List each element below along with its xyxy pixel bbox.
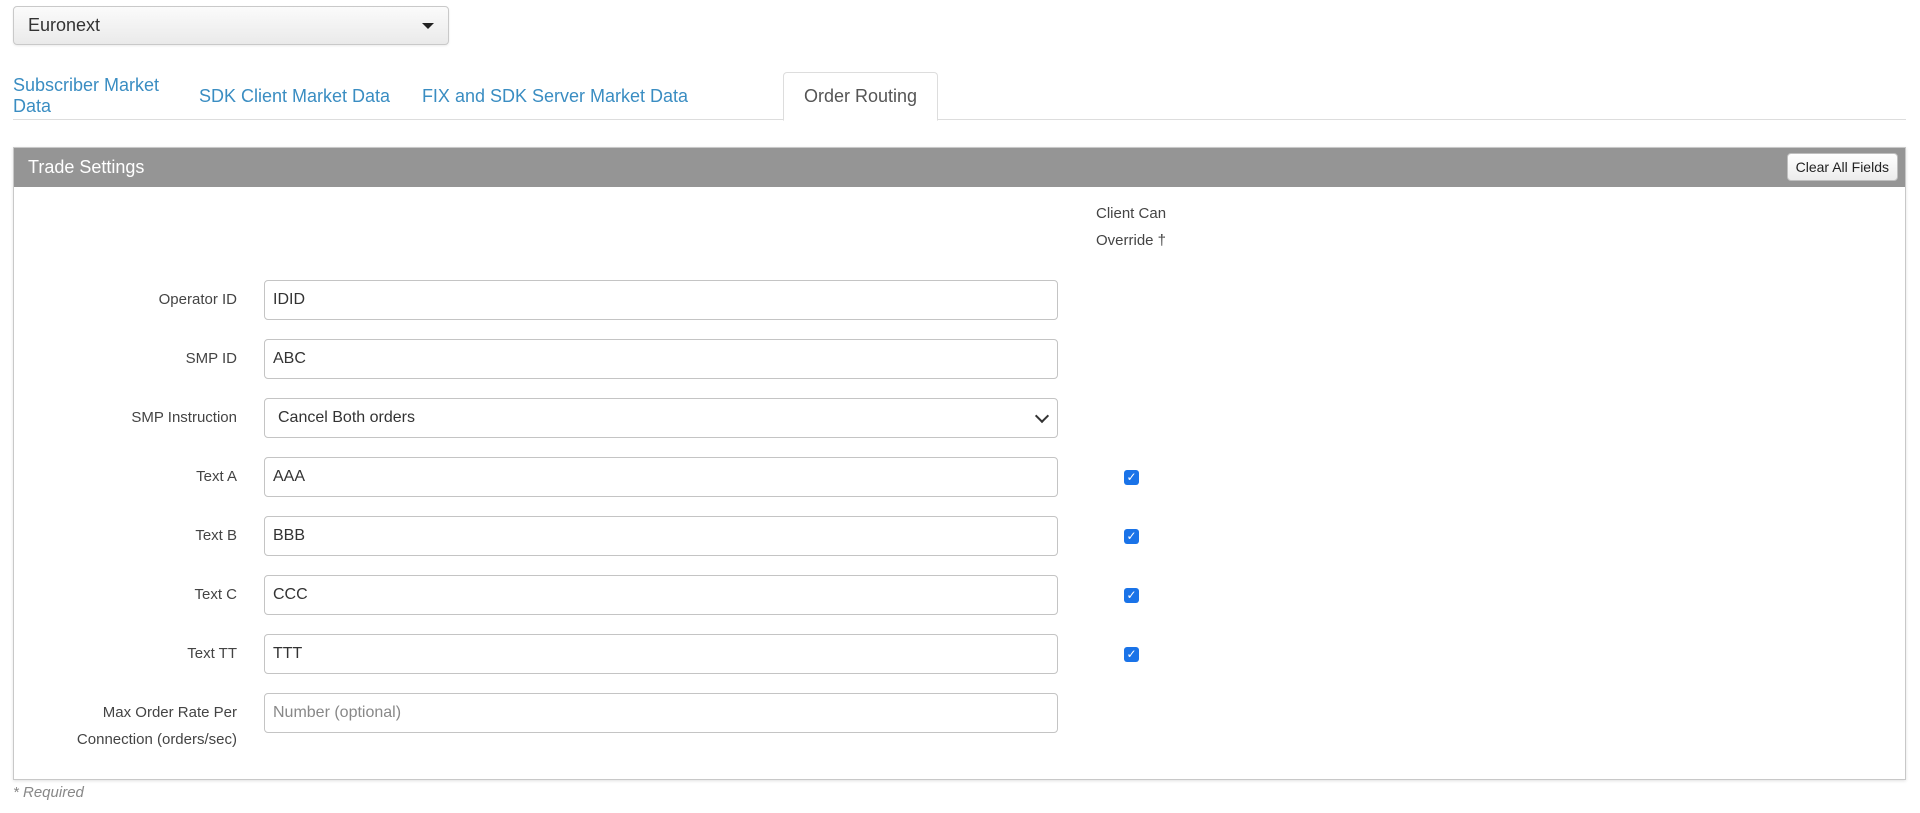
- chevron-down-icon: [1034, 408, 1050, 424]
- text-c-override-checkbox[interactable]: ✓: [1124, 588, 1139, 603]
- text-c-label: Text C: [194, 586, 237, 603]
- tab-label: SDK Client Market Data: [198, 85, 391, 106]
- max-order-rate-label: Max Order Rate Per Connection (orders/se…: [37, 699, 237, 753]
- smp-id-label: SMP ID: [185, 350, 237, 367]
- tab-subscriber-market-data[interactable]: Subscriber Market Data: [13, 72, 169, 120]
- exchange-select-value: Euronext: [28, 15, 101, 35]
- tab-label: Order Routing: [803, 86, 918, 106]
- max-order-rate-label-line2: Connection (orders/sec): [76, 731, 237, 748]
- caret-down-icon: [422, 22, 434, 29]
- override-header-line2: Override †: [1096, 232, 1167, 249]
- text-a-label: Text A: [196, 468, 237, 485]
- exchange-select[interactable]: Euronext: [13, 6, 449, 45]
- tab-bar: Subscriber Market Data SDK Client Market…: [13, 72, 1906, 121]
- tab-fix-sdk-server-market-data[interactable]: FIX and SDK Server Market Data: [421, 72, 689, 120]
- operator-id-label: Operator ID: [158, 291, 237, 308]
- panel-title: Trade Settings: [28, 157, 145, 177]
- clear-all-fields-button[interactable]: Clear All Fields: [1786, 153, 1898, 181]
- text-tt-override-checkbox[interactable]: ✓: [1124, 647, 1139, 662]
- text-a-override-checkbox[interactable]: ✓: [1124, 470, 1139, 485]
- operator-id-input[interactable]: IDID: [264, 280, 1058, 320]
- smp-instruction-label: SMP Instruction: [131, 409, 237, 426]
- text-a-input[interactable]: AAA: [264, 457, 1058, 497]
- client-can-override-header: Client Can Override †: [1096, 200, 1166, 254]
- text-tt-label: Text TT: [187, 645, 237, 662]
- max-order-rate-label-line1: Max Order Rate Per: [102, 704, 237, 721]
- text-b-input[interactable]: BBB: [264, 516, 1058, 556]
- tab-order-routing[interactable]: Order Routing: [783, 72, 938, 121]
- tab-label: FIX and SDK Server Market Data: [421, 85, 689, 106]
- smp-instruction-select[interactable]: Cancel Both orders: [264, 398, 1058, 438]
- required-note: * Required: [13, 784, 84, 801]
- text-b-label: Text B: [195, 527, 237, 544]
- text-tt-input[interactable]: TTT: [264, 634, 1058, 674]
- tab-label: Subscriber Market Data: [13, 75, 160, 116]
- text-b-override-checkbox[interactable]: ✓: [1124, 529, 1139, 544]
- tab-sdk-client-market-data[interactable]: SDK Client Market Data: [197, 72, 392, 120]
- panel-header: Trade Settings Clear All Fields: [14, 148, 1905, 187]
- override-header-line1: Client Can: [1096, 205, 1167, 222]
- max-order-rate-input[interactable]: Number (optional): [264, 693, 1058, 733]
- trade-settings-panel: Trade Settings Clear All Fields Client C…: [13, 147, 1906, 780]
- text-c-input[interactable]: CCC: [264, 575, 1058, 615]
- smp-instruction-value: Cancel Both orders: [278, 409, 415, 426]
- smp-id-input[interactable]: ABC: [264, 339, 1058, 379]
